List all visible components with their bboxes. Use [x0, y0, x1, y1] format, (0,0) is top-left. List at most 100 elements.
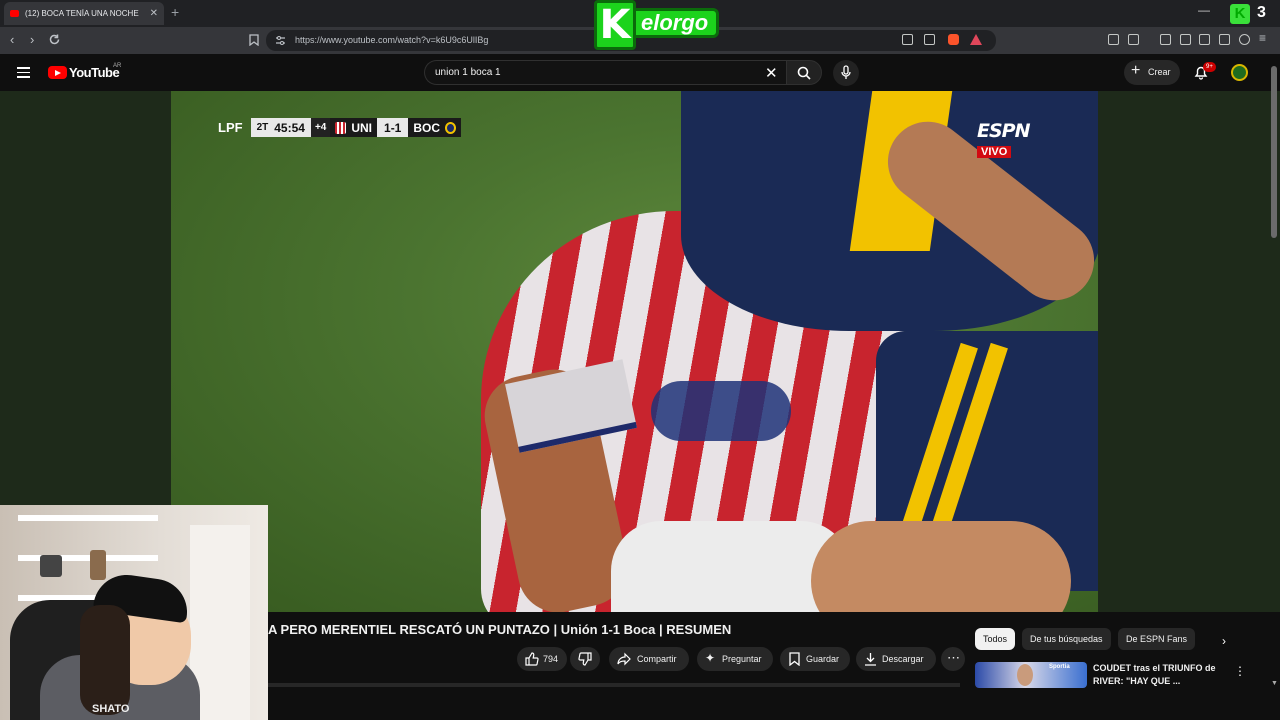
search-button[interactable] — [786, 60, 822, 85]
scrollbar[interactable] — [1271, 66, 1277, 238]
kelorgo-logo: elorgo K — [594, 0, 740, 50]
reload-icon[interactable] — [48, 33, 61, 46]
chevron-right-icon[interactable]: › — [1222, 634, 1226, 648]
chip-espn-fans[interactable]: De ESPN Fans — [1118, 628, 1196, 650]
chip-todos[interactable]: Todos — [975, 628, 1016, 650]
related-more-icon[interactable]: ⋮ — [1234, 664, 1246, 678]
voice-search-button[interactable] — [833, 60, 859, 86]
youtube-favicon-icon — [10, 10, 19, 17]
match-clock: 2T 45:54 — [250, 118, 311, 137]
save-button[interactable]: Guardar — [780, 647, 850, 671]
like-button[interactable]: 794 — [517, 647, 567, 671]
clock-time: 45:54 — [274, 120, 305, 135]
shelves — [18, 515, 158, 521]
create-label: Crear — [1148, 67, 1171, 77]
related-video-title[interactable]: COUDET tras el TRIUNFO de RIVER: "HAY QU… — [1093, 662, 1221, 688]
ask-label: Preguntar — [722, 654, 762, 664]
home-team: UNI — [330, 118, 378, 137]
added-time: +4 — [310, 118, 331, 137]
sponsor-logo — [651, 381, 791, 441]
live-label: VIVO — [977, 146, 1012, 158]
plus-icon: + — [1131, 62, 1141, 79]
share-icon — [617, 652, 631, 666]
home-team-name: UNI — [351, 120, 373, 135]
media-icon[interactable] — [1160, 34, 1171, 45]
rewards-icon[interactable] — [970, 34, 982, 45]
back-icon[interactable]: ‹ — [10, 32, 14, 47]
more-actions-button[interactable]: ⋯ — [941, 647, 965, 671]
extensions-icon[interactable] — [1108, 34, 1119, 45]
broadcaster-logo: ESPN — [977, 120, 1031, 142]
kelorgo-logo-letter: K — [594, 0, 636, 50]
boca-crest-icon — [445, 121, 457, 134]
like-count: 794 — [543, 654, 559, 664]
kelorgo-mini-logo: K — [1230, 4, 1250, 24]
share-label: Compartir — [637, 654, 677, 664]
browser-tab[interactable]: (12) BOCA TENÍA UNA NOCHE ✕ — [4, 2, 164, 25]
thumbs-up-icon — [525, 652, 539, 666]
description-box[interactable] — [268, 683, 960, 687]
ask-button[interactable]: ✦ Preguntar — [697, 647, 773, 671]
related-video-thumbnail[interactable]: Sportia — [975, 662, 1087, 688]
scroll-down-icon[interactable]: ▼ — [1271, 680, 1278, 687]
tab-title: (12) BOCA TENÍA UNA NOCHE — [25, 9, 139, 18]
bookmark-icon — [789, 652, 800, 666]
sparkle-icon: ✦ — [705, 651, 716, 665]
forward-icon[interactable]: › — [30, 32, 34, 47]
leo-icon[interactable] — [1219, 34, 1230, 45]
url-text: https://www.youtube.com/watch?v=k6U9c6Ul… — [295, 35, 489, 45]
save-label: Guardar — [806, 654, 840, 664]
share-page-icon[interactable] — [924, 34, 935, 45]
share-button[interactable]: Compartir — [609, 647, 689, 671]
bookmark-icon[interactable] — [249, 34, 259, 46]
tab-close-icon[interactable]: ✕ — [150, 8, 158, 19]
avatar[interactable] — [1231, 64, 1248, 81]
thumbnail-face — [1017, 664, 1033, 686]
download-label: Descargar — [882, 654, 924, 664]
espn-bug: ESPN VIVO — [977, 120, 1049, 158]
chip-from-searches[interactable]: De tus búsquedas — [1022, 628, 1111, 650]
site-settings-icon[interactable] — [275, 35, 286, 46]
overlay-counter: 3 — [1257, 4, 1266, 21]
kelorgo-logo-word: elorgo — [630, 8, 720, 38]
video-player[interactable]: LPF 2T 45:54 +4 UNI 1-1 BOC ESPN VIVO — [171, 91, 1098, 612]
score: 1-1 — [377, 118, 409, 137]
shelf-item — [90, 550, 106, 580]
search-input[interactable]: union 1 boca 1 ✕ — [424, 60, 786, 85]
minimize-button[interactable]: — — [1198, 3, 1210, 17]
download-button[interactable]: Descargar — [856, 647, 936, 671]
thumbs-down-icon — [578, 652, 592, 666]
more-icon: ⋯ — [947, 650, 960, 665]
menu-icon[interactable]: ≡ — [1259, 31, 1266, 45]
microphone-icon — [841, 65, 851, 79]
youtube-header: YouTube AR union 1 boca 1 ✕ + Crear 9+ — [0, 54, 1280, 91]
vpn-icon[interactable] — [1239, 34, 1250, 45]
half-label: 2T — [256, 122, 269, 133]
thumbnail-brand: Sportia — [1049, 664, 1070, 670]
search-input-value: union 1 boca 1 — [435, 67, 501, 78]
hamburger-menu-icon[interactable] — [17, 67, 30, 78]
create-button[interactable]: + Crear — [1124, 60, 1180, 85]
screenshot-icon[interactable] — [1128, 34, 1139, 45]
scorebug: LPF 2T 45:54 +4 UNI 1-1 BOC — [218, 118, 462, 137]
away-team-name: BOC — [413, 120, 441, 135]
union-crest-icon — [335, 121, 347, 134]
youtube-logo-icon[interactable] — [48, 66, 67, 79]
sidebar-icon[interactable] — [1180, 34, 1191, 45]
youtube-logo-text[interactable]: YouTube — [69, 65, 120, 80]
search-icon — [797, 66, 811, 80]
new-tab-button[interactable]: + — [171, 4, 179, 20]
country-code: AR — [113, 63, 122, 69]
cast-icon[interactable] — [902, 34, 913, 45]
player-leg — [811, 521, 1071, 612]
webcam-overlay: SHATO — [0, 505, 268, 720]
download-icon — [865, 653, 876, 666]
video-title: A PERO MERENTIEL RESCATÓ UN PUNTAZO | Un… — [268, 622, 732, 637]
dislike-button[interactable] — [570, 647, 600, 671]
shelf-item — [40, 555, 62, 577]
wallet-icon[interactable] — [1199, 34, 1210, 45]
shirt-text: SHATO — [92, 703, 130, 715]
streamer-hair — [80, 605, 130, 715]
brave-shield-icon[interactable] — [948, 34, 959, 45]
clear-search-icon[interactable]: ✕ — [765, 64, 778, 82]
